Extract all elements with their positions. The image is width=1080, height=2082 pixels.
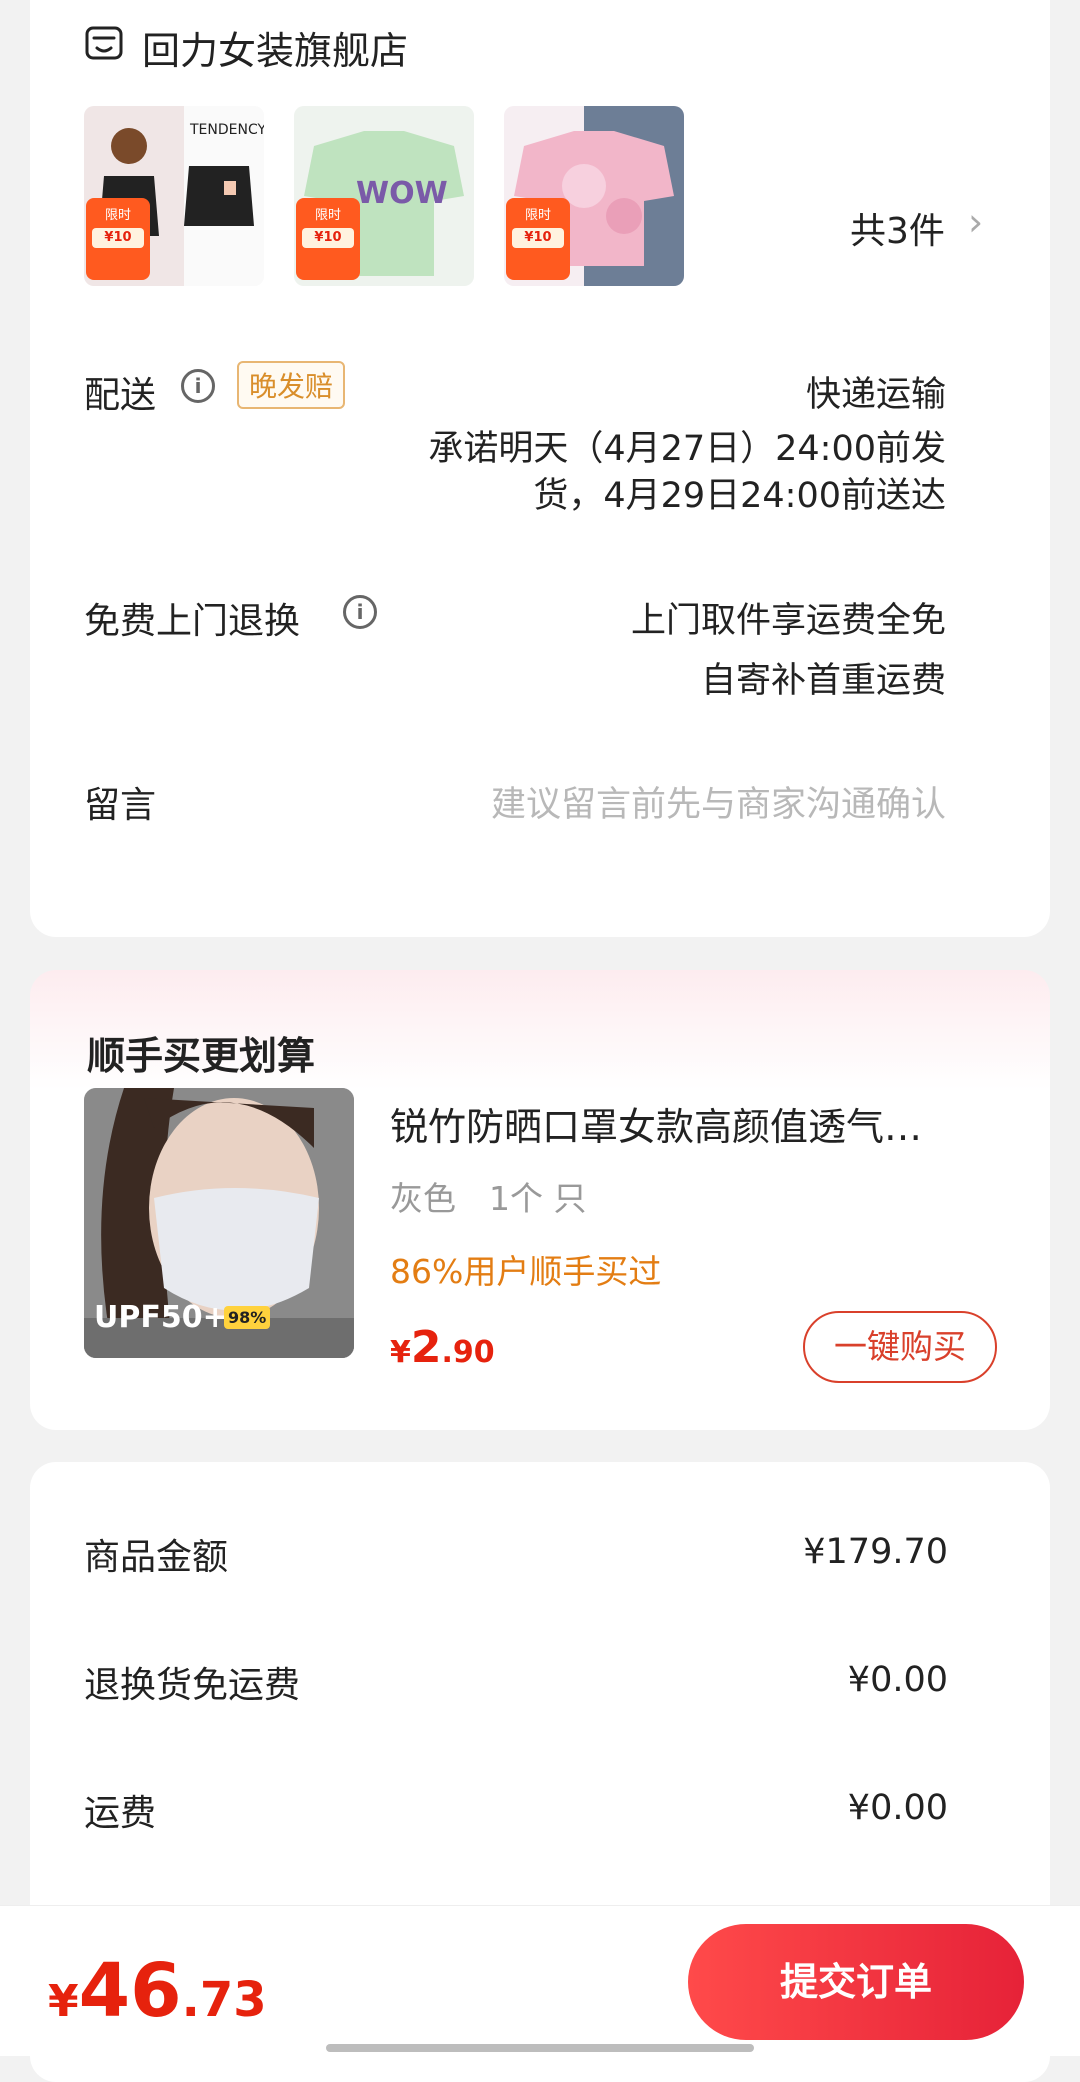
delivery-label: 配送 <box>84 375 157 416</box>
subtotal-label: 商品金额 <box>84 1537 229 1578</box>
delivery-promise-line2: 货，4月29日24:00前送达 <box>533 476 946 516</box>
one-click-buy-button[interactable]: 一键购买 <box>803 1311 997 1383</box>
late-compensation-tag: 晚发赔 <box>237 361 346 409</box>
total-price: ¥46.73 <box>48 1948 267 2034</box>
upsell-card: 顺手买更划算 UPF50+ 98% 锐竹防晒口罩女款高颜值透气… 灰色 1个 只… <box>30 970 1050 1430</box>
free-return-label: 免费上门退换 <box>84 601 301 642</box>
coupon-badge: 限时 ¥10 <box>86 198 150 280</box>
upf-label: UPF50+ <box>94 1300 228 1335</box>
mask-product-image[interactable]: UPF50+ 98% <box>84 1088 354 1358</box>
free-return-shipping-label: 退换货免运费 <box>84 1665 301 1706</box>
shipping-fee-label: 运费 <box>84 1793 157 1834</box>
info-icon[interactable]: i <box>343 595 377 629</box>
upsell-price: ¥2.90 <box>390 1322 495 1373</box>
product-thumbnail-1[interactable]: TENDENCY 限时 ¥10 <box>84 106 264 286</box>
shipping-fee-value: ¥0.00 <box>847 1788 948 1828</box>
free-return-shipping-value: ¥0.00 <box>847 1660 948 1700</box>
delivery-promise-line1: 承诺明天（4月27日）24:00前发 <box>428 429 946 469</box>
chevron-right-icon[interactable]: › <box>968 200 983 244</box>
coupon-badge: 限时 ¥10 <box>506 198 570 280</box>
home-indicator[interactable] <box>326 2044 754 2052</box>
subtotal-value: ¥179.70 <box>803 1532 948 1572</box>
coupon-badge: 限时 ¥10 <box>296 198 360 280</box>
return-line2: 自寄补首重运费 <box>700 661 946 701</box>
thumbnail-brand-text: TENDENCY <box>190 122 264 138</box>
return-line1: 上门取件享运费全免 <box>630 601 946 641</box>
product-thumbnail-2[interactable]: WOW 限时 ¥10 <box>294 106 474 286</box>
item-count-label[interactable]: 共3件 <box>850 202 945 254</box>
uv-badge: 98% <box>224 1306 271 1329</box>
checkout-bar: ¥46.73 提交订单 <box>0 1905 1080 2056</box>
store-name[interactable]: 回力女装旗舰店 <box>142 20 408 75</box>
upsell-product-name[interactable]: 锐竹防晒口罩女款高颜值透气… <box>390 1096 990 1151</box>
submit-order-button[interactable]: 提交订单 <box>688 1924 1024 2040</box>
store-icon <box>84 24 124 64</box>
delivery-method: 快递运输 <box>805 375 946 415</box>
upsell-purchase-rate: 86%用户顺手买过 <box>390 1252 662 1291</box>
message-label: 留言 <box>84 785 157 826</box>
thumbnail-print-text: WOW <box>356 176 448 211</box>
store-card: 回力女装旗舰店 TENDENCY 限时 ¥10 WOW 限时 ¥10 限时 ¥1… <box>30 0 1050 937</box>
product-thumbnail-3[interactable]: 限时 ¥10 <box>504 106 684 286</box>
message-input[interactable]: 建议留言前先与商家沟通确认 <box>491 776 946 827</box>
upsell-spec[interactable]: 灰色 1个 只 <box>390 1172 587 1220</box>
info-icon[interactable]: i <box>181 369 215 403</box>
upsell-title: 顺手买更划算 <box>87 1034 316 1078</box>
